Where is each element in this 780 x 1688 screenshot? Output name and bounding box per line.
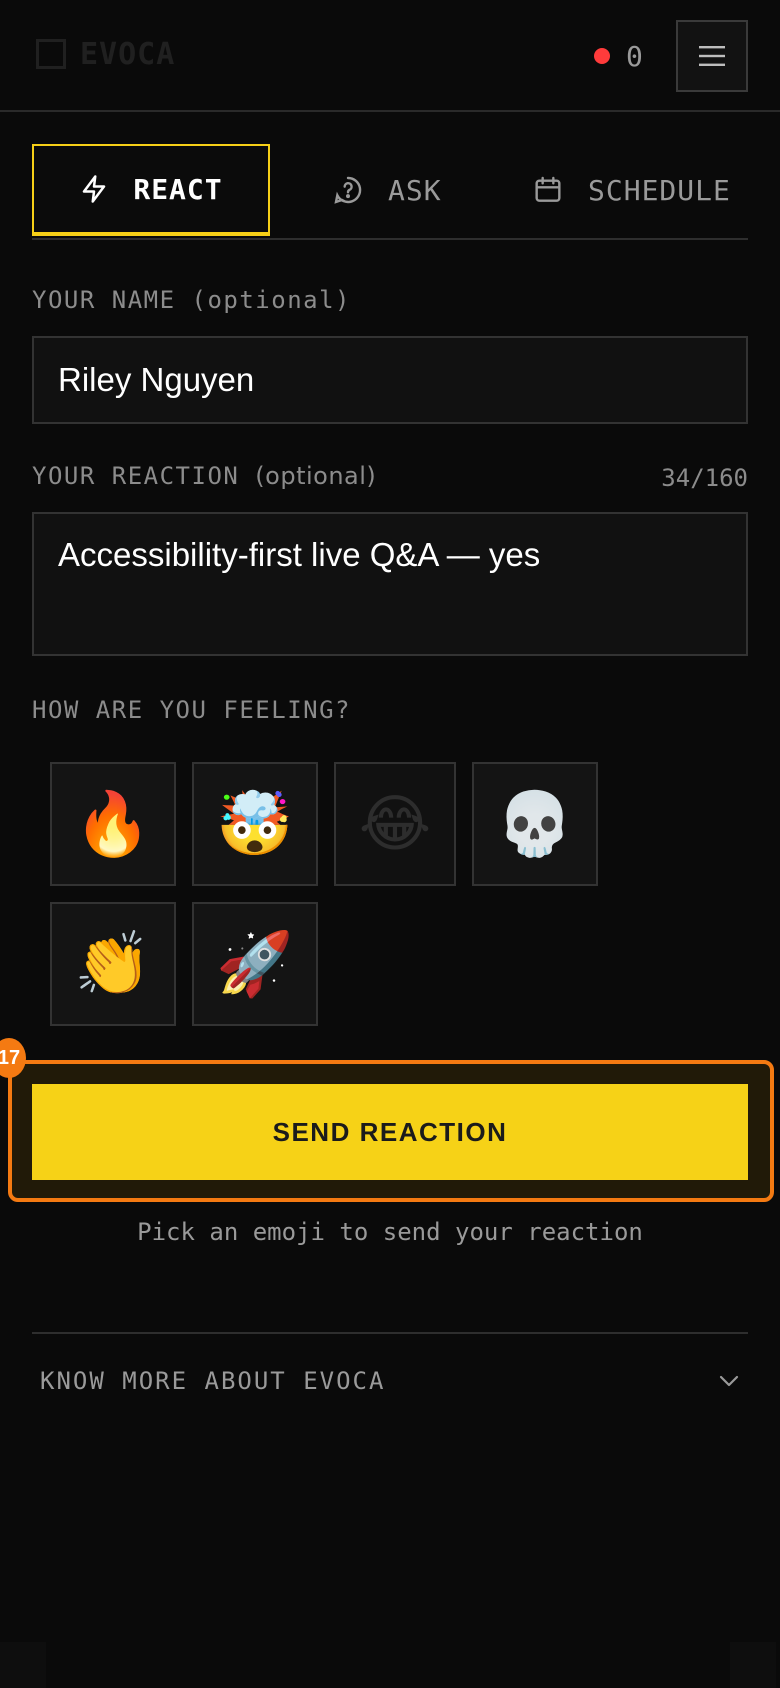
name-label-text: YOUR NAME	[32, 286, 176, 314]
reaction-char-counter: 34/160	[661, 464, 748, 492]
menu-button[interactable]	[676, 20, 748, 92]
live-dot-icon	[594, 48, 610, 64]
reaction-textarea-value: Accessibility-first live Q&A — yes	[58, 536, 541, 573]
section-divider	[32, 1332, 748, 1334]
hamburger-icon	[699, 46, 725, 66]
reaction-textarea[interactable]: Accessibility-first live Q&A — yes	[32, 512, 748, 656]
emoji-fire-button[interactable]: 🔥	[50, 762, 176, 886]
reaction-label-text: YOUR REACTION	[32, 462, 240, 490]
brand-logo[interactable]: EVOCA	[36, 32, 175, 76]
tab-ask-label: ASK	[388, 173, 442, 207]
tab-react-label: REACT	[133, 172, 223, 206]
live-indicator: 0	[594, 38, 643, 74]
brand-name: EVOCA	[80, 36, 176, 72]
chevron-down-icon	[719, 1375, 739, 1387]
emoji-mind-blown-button[interactable]: 🤯	[192, 762, 318, 886]
emoji-skull-button[interactable]: 💀	[472, 762, 598, 886]
mode-tabs: REACT ASK SCHEDULE	[32, 144, 748, 240]
tab-schedule[interactable]: SCHEDULE	[532, 144, 731, 236]
logo-square-icon	[36, 39, 66, 69]
name-input-value: Riley Nguyen	[58, 361, 255, 398]
name-label: YOUR NAME (optional)	[32, 286, 351, 314]
emoji-laugh-button[interactable]: 😂	[334, 762, 456, 886]
know-more-accordion[interactable]: KNOW MORE ABOUT EVOCA	[32, 1356, 748, 1406]
reaction-optional-text: (optional)	[255, 462, 377, 490]
name-optional-text: (optional)	[191, 286, 351, 314]
rocket-icon: 🚀	[216, 927, 294, 1000]
corner-decoration	[730, 1642, 776, 1688]
fire-icon: 🔥	[74, 787, 152, 860]
tab-schedule-label: SCHEDULE	[588, 173, 731, 207]
feeling-label: HOW ARE YOU FEELING?	[32, 696, 351, 724]
skull-icon: 💀	[496, 787, 574, 860]
reaction-label: YOUR REACTION (optional)	[32, 462, 376, 490]
name-input[interactable]: Riley Nguyen	[32, 336, 748, 424]
lightning-icon	[83, 175, 106, 203]
know-more-label: KNOW MORE ABOUT EVOCA	[40, 1367, 386, 1395]
tab-ask[interactable]: ASK	[332, 144, 442, 236]
clapping-hands-icon: 👏	[74, 927, 152, 1000]
app-header: EVOCA 0	[0, 0, 780, 112]
emoji-rocket-button[interactable]: 🚀	[192, 902, 318, 1026]
calendar-icon	[535, 176, 561, 202]
emoji-clap-button[interactable]: 👏	[50, 902, 176, 1026]
tab-react[interactable]: REACT	[32, 144, 270, 236]
question-circle-icon	[334, 176, 362, 204]
laughing-icon: 😂	[358, 787, 432, 860]
mind-blown-icon: 🤯	[216, 787, 294, 860]
live-count: 0	[626, 39, 643, 73]
corner-decoration	[0, 1642, 46, 1688]
send-reaction-button[interactable]: SEND REACTION	[32, 1084, 748, 1180]
send-hint: Pick an emoji to send your reaction	[137, 1218, 643, 1246]
